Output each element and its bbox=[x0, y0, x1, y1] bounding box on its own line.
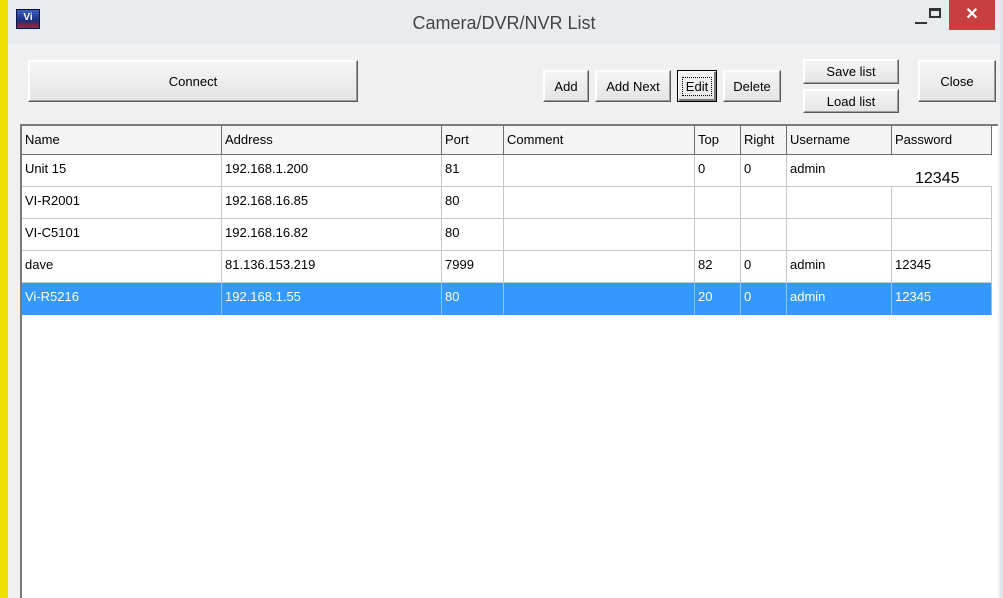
password-edit-overlay[interactable]: 12345 bbox=[891, 156, 992, 187]
add-button[interactable]: Add bbox=[543, 70, 589, 102]
column-header-username[interactable]: Username bbox=[787, 126, 892, 155]
edit-button[interactable]: Edit bbox=[677, 70, 717, 102]
cell-port[interactable]: 80 bbox=[442, 219, 504, 251]
toolbar: Connect Add Add Next Edit Delete Save li… bbox=[8, 44, 1000, 120]
cell-port[interactable]: 7999 bbox=[442, 251, 504, 283]
column-header-name[interactable]: Name bbox=[22, 126, 222, 155]
cell-password[interactable]: 12345 bbox=[892, 283, 992, 315]
cell-username[interactable]: admin bbox=[787, 155, 892, 187]
cell-name[interactable]: dave bbox=[22, 251, 222, 283]
cell-comment[interactable] bbox=[504, 251, 695, 283]
table-row[interactable]: VI-C5101 192.168.16.82 80 bbox=[22, 219, 992, 251]
cell-username[interactable] bbox=[787, 187, 892, 219]
column-header-right[interactable]: Right bbox=[741, 126, 787, 155]
cell-top[interactable]: 20 bbox=[695, 283, 741, 315]
cell-username[interactable]: admin bbox=[787, 283, 892, 315]
connect-button[interactable]: Connect bbox=[28, 60, 358, 102]
cell-address[interactable]: 81.136.153.219 bbox=[222, 251, 442, 283]
cell-top[interactable] bbox=[695, 219, 741, 251]
cell-name[interactable]: VI-C5101 bbox=[22, 219, 222, 251]
cell-username[interactable]: admin bbox=[787, 251, 892, 283]
cell-port[interactable]: 80 bbox=[442, 283, 504, 315]
column-header-top[interactable]: Top bbox=[695, 126, 741, 155]
cell-port[interactable]: 80 bbox=[442, 187, 504, 219]
maximize-button[interactable] bbox=[913, 4, 943, 30]
table-header: Name Address Port Comment Top Right User… bbox=[22, 126, 992, 155]
add-next-button-label: Add Next bbox=[606, 78, 660, 94]
cell-port[interactable]: 81 bbox=[442, 155, 504, 187]
cell-right[interactable] bbox=[741, 219, 787, 251]
cell-top[interactable]: 0 bbox=[695, 155, 741, 187]
cell-comment[interactable] bbox=[504, 155, 695, 187]
column-header-port[interactable]: Port bbox=[442, 126, 504, 155]
add-button-label: Add bbox=[554, 78, 578, 94]
cell-comment[interactable] bbox=[504, 219, 695, 251]
cell-right[interactable]: 0 bbox=[741, 283, 787, 315]
load-list-button[interactable]: Load list bbox=[803, 89, 899, 113]
window-left-edge bbox=[0, 0, 8, 598]
cell-address[interactable]: 192.168.16.85 bbox=[222, 187, 442, 219]
camera-list-table[interactable]: Name Address Port Comment Top Right User… bbox=[20, 124, 998, 598]
delete-button[interactable]: Delete bbox=[723, 70, 781, 102]
table-row[interactable]: VI-R2001 192.168.16.85 80 bbox=[22, 187, 992, 219]
camera-list-window: Vi Camera/DVR/NVR List ✕ Connect Add Add… bbox=[8, 0, 1003, 598]
save-list-button-label: Save list bbox=[826, 64, 876, 79]
save-list-button[interactable]: Save list bbox=[803, 59, 899, 84]
cell-username[interactable] bbox=[787, 219, 892, 251]
load-list-button-label: Load list bbox=[826, 93, 876, 109]
title-bar[interactable]: Vi Camera/DVR/NVR List ✕ bbox=[8, 0, 1000, 44]
cell-name[interactable]: Vi-R5216 bbox=[22, 283, 222, 315]
cell-top[interactable]: 82 bbox=[695, 251, 741, 283]
cell-address[interactable]: 192.168.1.200 bbox=[222, 155, 442, 187]
cell-comment[interactable] bbox=[504, 187, 695, 219]
column-header-comment[interactable]: Comment bbox=[504, 126, 695, 155]
cell-name[interactable]: VI-R2001 bbox=[22, 187, 222, 219]
cell-name[interactable]: Unit 15 bbox=[22, 155, 222, 187]
cell-password[interactable] bbox=[892, 187, 992, 219]
column-header-password[interactable]: Password bbox=[892, 126, 992, 155]
cell-right[interactable]: 0 bbox=[741, 155, 787, 187]
table-row-selected[interactable]: Vi-R5216 192.168.1.55 80 20 0 admin 1234… bbox=[22, 283, 992, 315]
app-icon[interactable]: Vi bbox=[16, 9, 40, 29]
cell-address[interactable]: 192.168.16.82 bbox=[222, 219, 442, 251]
cell-password[interactable]: 12345 bbox=[892, 251, 992, 283]
window-title: Camera/DVR/NVR List bbox=[412, 13, 596, 33]
cell-address[interactable]: 192.168.1.55 bbox=[222, 283, 442, 315]
cell-right[interactable] bbox=[741, 187, 787, 219]
connect-button-label: Connect bbox=[168, 73, 218, 89]
close-button-label: Close bbox=[940, 73, 974, 89]
delete-button-label: Delete bbox=[733, 78, 771, 94]
add-next-button[interactable]: Add Next bbox=[595, 70, 671, 102]
edit-button-label: Edit bbox=[681, 76, 713, 96]
table-row[interactable]: dave 81.136.153.219 7999 82 0 admin 1234… bbox=[22, 251, 992, 283]
table-row[interactable]: Unit 15 192.168.1.200 81 0 0 admin bbox=[22, 155, 992, 187]
close-button[interactable]: Close bbox=[918, 60, 996, 102]
close-window-button[interactable]: ✕ bbox=[949, 0, 995, 30]
cell-comment[interactable] bbox=[504, 283, 695, 315]
cell-top[interactable] bbox=[695, 187, 741, 219]
column-header-address[interactable]: Address bbox=[222, 126, 442, 155]
cell-password[interactable] bbox=[892, 219, 992, 251]
cell-right[interactable]: 0 bbox=[741, 251, 787, 283]
